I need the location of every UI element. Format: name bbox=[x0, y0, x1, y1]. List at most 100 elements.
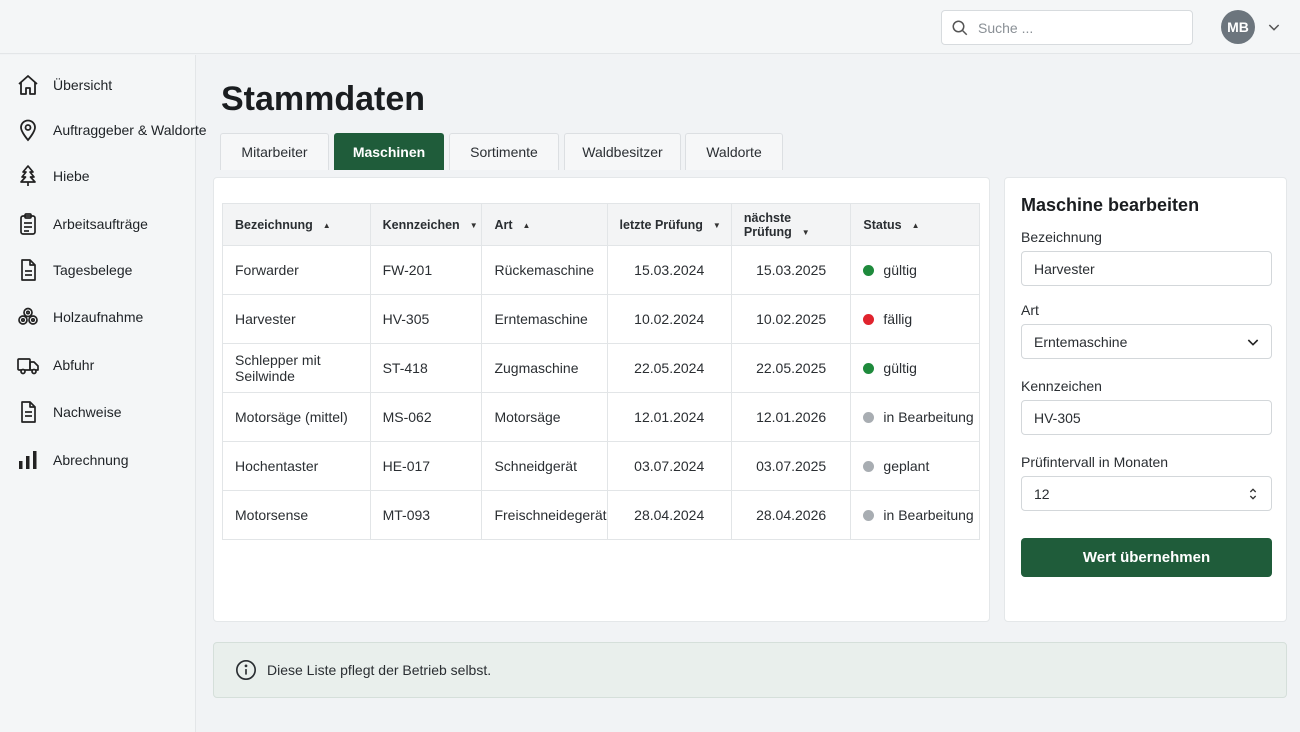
sidebar-item-label: Arbeitsaufträge bbox=[53, 216, 148, 232]
sidebar-item-label: Hiebe bbox=[53, 168, 90, 184]
map-pin-icon bbox=[16, 118, 40, 142]
sidebar-item-nachweise[interactable]: Nachweise bbox=[0, 394, 195, 430]
status-label: in Bearbeitung bbox=[883, 507, 974, 523]
column-header-art[interactable]: Art ▲ bbox=[481, 203, 608, 246]
chevron-down-icon[interactable] bbox=[1266, 19, 1282, 35]
sidebar-item-auftraggeber[interactable]: Auftraggeber & Waldorte bbox=[0, 112, 207, 148]
file-text-icon bbox=[16, 400, 40, 424]
sidebar-item-label: Abrechnung bbox=[53, 452, 129, 468]
kennzeichen-field[interactable]: HV-305 bbox=[1021, 400, 1272, 435]
column-header-kennzeichen[interactable]: Kennzeichen ▼ bbox=[369, 203, 483, 246]
status-label: fällig bbox=[883, 311, 913, 327]
sidebar-item-arbeitsauftraege[interactable]: Arbeitsaufträge bbox=[0, 206, 195, 242]
document-icon bbox=[16, 258, 40, 282]
search-input[interactable] bbox=[978, 19, 1178, 36]
sort-desc-icon: ▼ bbox=[801, 227, 810, 237]
sidebar-item-tagesbelege[interactable]: Tagesbelege bbox=[0, 252, 195, 288]
sidebar-item-label: Auftraggeber & Waldorte bbox=[53, 122, 207, 138]
cell-status: gültig bbox=[850, 343, 980, 393]
cell-kennzeichen: FW-201 bbox=[369, 245, 483, 295]
sidebar-item-abfuhr[interactable]: Abfuhr bbox=[0, 347, 195, 383]
tab-waldorte[interactable]: Waldorte bbox=[685, 133, 783, 170]
cell-kennzeichen: MS-062 bbox=[369, 392, 483, 442]
machines-table-card: Bezeichnung ▲ Kennzeichen ▼ Art ▲ letzte Pr… bbox=[213, 177, 990, 622]
sidebar-item-label: Abfuhr bbox=[53, 357, 95, 373]
cell-art: Rückemaschine bbox=[481, 245, 608, 295]
cell-letzte-pruefung: 15.03.2024 bbox=[606, 245, 732, 295]
sidebar-item-label: Tagesbelege bbox=[53, 262, 133, 278]
column-header-status[interactable]: Status ▲ bbox=[850, 203, 980, 246]
status-label: in Bearbeitung bbox=[883, 409, 974, 425]
cell-art: Freischneidegerät bbox=[481, 490, 608, 540]
sidebar-item-hiebe[interactable]: Hiebe bbox=[0, 158, 195, 194]
bezeichnung-field[interactable]: Harvester bbox=[1021, 251, 1272, 286]
home-icon bbox=[16, 73, 40, 97]
tab-sortimente[interactable]: Sortimente bbox=[449, 133, 559, 170]
status-dot bbox=[863, 265, 875, 276]
status-dot bbox=[863, 412, 875, 423]
cell-bezeichnung: Hochentaster bbox=[222, 441, 371, 491]
art-label: Art bbox=[1021, 302, 1039, 318]
column-header-naechste-pruefung[interactable]: nächste Prüfung ▼ bbox=[730, 203, 852, 246]
tab-waldbesitzer[interactable]: Waldbesitzer bbox=[564, 133, 681, 170]
cell-art: Erntemaschine bbox=[481, 294, 608, 344]
cell-naechste-pruefung: 15.03.2025 bbox=[730, 245, 852, 295]
avatar[interactable]: MB bbox=[1221, 10, 1255, 44]
sort-desc-icon: ▼ bbox=[712, 220, 721, 230]
cell-status: in Bearbeitung bbox=[850, 392, 980, 442]
status-dot bbox=[863, 363, 875, 374]
cell-status: gültig bbox=[850, 245, 980, 295]
sidebar-item-abrechnung[interactable]: Abrechnung bbox=[0, 442, 195, 478]
art-select[interactable]: Erntemaschine bbox=[1021, 324, 1272, 359]
kennzeichen-label: Kennzeichen bbox=[1021, 378, 1102, 394]
table-header-row: Bezeichnung ▲ Kennzeichen ▼ Art ▲ letzte Pr… bbox=[222, 203, 980, 246]
logs-icon bbox=[16, 305, 40, 329]
page-title: Stammdaten bbox=[221, 80, 426, 118]
cell-naechste-pruefung: 10.02.2025 bbox=[730, 294, 852, 344]
table-row[interactable]: Hochentaster HE-017 Schneidgerät 03.07.2… bbox=[222, 441, 980, 491]
status-label: gültig bbox=[883, 360, 917, 376]
cell-letzte-pruefung: 12.01.2024 bbox=[606, 392, 732, 442]
sidebar-item-uebersicht[interactable]: Übersicht bbox=[0, 67, 195, 103]
info-text: Diese Liste pflegt der Betrieb selbst. bbox=[267, 662, 492, 678]
table-row[interactable]: Forwarder FW-201 Rückemaschine 15.03.202… bbox=[222, 245, 980, 295]
info-icon bbox=[236, 660, 256, 680]
intervall-stepper[interactable]: 12 bbox=[1021, 476, 1272, 511]
column-header-letzte-pruefung[interactable]: letzte Prüfung ▼ bbox=[606, 203, 732, 246]
tab-maschinen[interactable]: Maschinen bbox=[334, 133, 444, 170]
table-row[interactable]: Motorsäge (mittel) MS-062 Motorsäge 12.0… bbox=[222, 392, 980, 442]
cell-bezeichnung: Motorsense bbox=[222, 490, 371, 540]
cell-art: Zugmaschine bbox=[481, 343, 608, 393]
sidebar-item-label: Übersicht bbox=[53, 77, 113, 93]
table-row[interactable]: Motorsense MT-093 Freischneidegerät 28.0… bbox=[222, 490, 980, 540]
cell-naechste-pruefung: 03.07.2025 bbox=[730, 441, 852, 491]
sort-asc-icon: ▲ bbox=[322, 220, 331, 230]
info-banner: Diese Liste pflegt der Betrieb selbst. bbox=[213, 642, 1287, 698]
tab-mitarbeiter[interactable]: Mitarbeiter bbox=[220, 133, 329, 170]
sort-asc-icon: ▲ bbox=[522, 220, 531, 230]
truck-icon bbox=[16, 353, 40, 377]
intervall-value: 12 bbox=[1034, 485, 1050, 502]
table-row[interactable]: Harvester HV-305 Erntemaschine 10.02.202… bbox=[222, 294, 980, 344]
status-label: gültig bbox=[883, 262, 917, 278]
column-header-bezeichnung[interactable]: Bezeichnung ▲ bbox=[222, 203, 371, 246]
search-box[interactable] bbox=[941, 10, 1193, 45]
cell-bezeichnung: Motorsäge (mittel) bbox=[222, 392, 371, 442]
table-row[interactable]: Schlepper mit Seilwinde ST-418 Zugmaschi… bbox=[222, 343, 980, 393]
sidebar-item-holzaufnahme[interactable]: Holzaufnahme bbox=[0, 299, 195, 335]
machines-table: Bezeichnung ▲ Kennzeichen ▼ Art ▲ letzte Pr… bbox=[222, 203, 980, 540]
cell-art: Motorsäge bbox=[481, 392, 608, 442]
cell-bezeichnung: Harvester bbox=[222, 294, 371, 344]
status-dot bbox=[863, 510, 875, 521]
intervall-label: Prüfintervall in Monaten bbox=[1021, 454, 1169, 470]
cell-bezeichnung: Forwarder bbox=[222, 245, 371, 295]
cell-letzte-pruefung: 10.02.2024 bbox=[606, 294, 732, 344]
cell-letzte-pruefung: 28.04.2024 bbox=[606, 490, 732, 540]
stepper-arrows-icon[interactable] bbox=[1245, 486, 1261, 502]
apply-value-button[interactable]: Wert übernehmen bbox=[1021, 538, 1272, 577]
art-value: Erntemaschine bbox=[1034, 333, 1128, 350]
bezeichnung-value: Harvester bbox=[1034, 260, 1095, 277]
bar-chart-icon bbox=[16, 448, 40, 472]
cell-naechste-pruefung: 12.01.2026 bbox=[730, 392, 852, 442]
sidebar: Übersicht Auftraggeber & Waldorte Hiebe … bbox=[0, 55, 207, 732]
